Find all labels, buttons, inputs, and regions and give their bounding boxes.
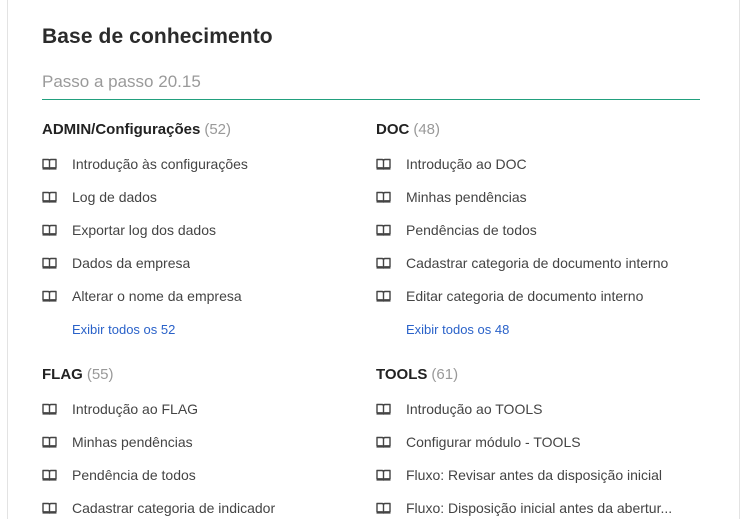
article-link[interactable]: Configurar módulo - TOOLS (406, 434, 581, 450)
book-icon (376, 436, 391, 448)
list-item: Introdução às configurações (42, 156, 362, 189)
search-input[interactable] (42, 68, 700, 96)
book-icon (376, 290, 391, 302)
list-item: Editar categoria de documento interno (376, 288, 696, 321)
book-icon (376, 403, 391, 415)
book-icon (376, 224, 391, 236)
book-icon (42, 469, 57, 481)
list-item: Pendências de todos (376, 222, 696, 255)
category-doc: DOC (48) Introdução ao DOC Minhas pendênc… (376, 120, 696, 339)
article-link[interactable]: Fluxo: Disposição inicial antes da abert… (406, 500, 672, 516)
list-item: Configurar módulo - TOOLS (376, 434, 696, 467)
article-link[interactable]: Introdução ao TOOLS (406, 401, 542, 417)
book-icon (42, 436, 57, 448)
book-icon (376, 191, 391, 203)
article-link[interactable]: Exportar log dos dados (72, 222, 216, 238)
book-icon (42, 502, 57, 514)
article-list: Introdução ao TOOLS Configurar módulo - … (376, 401, 696, 519)
book-icon (42, 257, 57, 269)
list-item: Fluxo: Revisar antes da disposição inici… (376, 467, 696, 500)
category-title[interactable]: FLAG (42, 366, 83, 383)
book-icon (376, 502, 391, 514)
list-item: Dados da empresa (42, 255, 362, 288)
article-link[interactable]: Fluxo: Revisar antes da disposição inici… (406, 467, 662, 483)
list-item: Cadastrar categoria de indicador (42, 500, 362, 519)
article-link[interactable]: Cadastrar categoria de indicador (72, 500, 275, 516)
list-item: Pendência de todos (42, 467, 362, 500)
article-list: Introdução ao FLAG Minhas pendências Pen… (42, 401, 362, 519)
list-item: Cadastrar categoria de documento interno (376, 255, 696, 288)
article-link[interactable]: Cadastrar categoria de documento interno (406, 255, 668, 271)
see-all-link[interactable]: Exibir todos os 48 (406, 322, 509, 337)
category-header: FLAG (55) (42, 365, 362, 385)
article-link[interactable]: Pendências de todos (406, 222, 537, 238)
book-icon (42, 403, 57, 415)
article-link[interactable]: Dados da empresa (72, 255, 190, 271)
category-count: (48) (413, 121, 441, 138)
article-link[interactable]: Alterar o nome da empresa (72, 288, 242, 304)
list-item: Minhas pendências (376, 189, 696, 222)
article-link[interactable]: Editar categoria de documento interno (406, 288, 643, 304)
list-item: Log de dados (42, 189, 362, 222)
list-item: Introdução ao DOC (376, 156, 696, 189)
category-admin: ADMIN/Configurações (52) Introdução às co… (42, 120, 362, 339)
category-header: ADMIN/Configurações (52) (42, 120, 362, 140)
category-header: DOC (48) (376, 120, 696, 140)
list-item: Fluxo: Disposição inicial antes da abert… (376, 500, 696, 519)
page-title: Base de conhecimento (42, 25, 273, 48)
category-title[interactable]: TOOLS (376, 366, 427, 383)
book-icon (376, 469, 391, 481)
search-box (42, 68, 700, 100)
article-link[interactable]: Introdução ao FLAG (72, 401, 198, 417)
list-item: Introdução ao TOOLS (376, 401, 696, 434)
article-list: Introdução ao DOC Minhas pendências Pend… (376, 156, 696, 321)
book-icon (376, 257, 391, 269)
article-link[interactable]: Minhas pendências (72, 434, 193, 450)
category-tools: TOOLS (61) Introdução ao TOOLS Configurar… (376, 365, 696, 519)
book-icon (42, 224, 57, 236)
list-item: Introdução ao FLAG (42, 401, 362, 434)
category-count: (55) (86, 366, 114, 383)
article-link[interactable]: Introdução às configurações (72, 156, 248, 172)
list-item: Exportar log dos dados (42, 222, 362, 255)
list-item: Alterar o nome da empresa (42, 288, 362, 321)
book-icon (376, 158, 391, 170)
book-icon (42, 158, 57, 170)
see-all-link[interactable]: Exibir todos os 52 (72, 322, 175, 337)
category-title[interactable]: DOC (376, 121, 409, 138)
article-link[interactable]: Pendência de todos (72, 467, 196, 483)
list-item: Minhas pendências (42, 434, 362, 467)
category-header: TOOLS (61) (376, 365, 696, 385)
book-icon (42, 191, 57, 203)
article-link[interactable]: Log de dados (72, 189, 157, 205)
category-flag: FLAG (55) Introdução ao FLAG Minhas pendê… (42, 365, 362, 519)
article-list: Introdução às configurações Log de dados… (42, 156, 362, 321)
category-count: (52) (204, 121, 232, 138)
article-link[interactable]: Minhas pendências (406, 189, 527, 205)
article-link[interactable]: Introdução ao DOC (406, 156, 527, 172)
book-icon (42, 290, 57, 302)
category-title[interactable]: ADMIN/Configurações (42, 121, 200, 138)
category-count: (61) (431, 366, 459, 383)
